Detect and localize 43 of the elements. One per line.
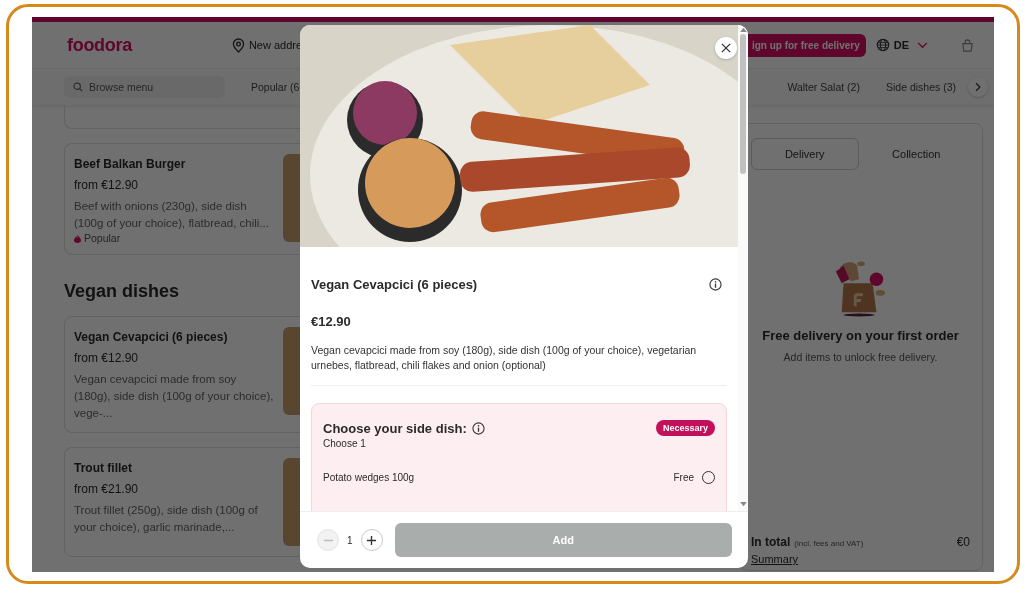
search-icon xyxy=(73,82,83,92)
location-pin-icon xyxy=(231,37,245,53)
total-label: In total xyxy=(751,535,791,549)
info-icon[interactable] xyxy=(471,421,485,435)
promo-title: Free delivery on your first order xyxy=(762,328,959,343)
promo-text: Add items to unlock free delivery. xyxy=(783,351,938,363)
dish-price: €12.90 xyxy=(311,314,352,329)
logo[interactable]: foodora xyxy=(67,34,132,56)
item-description: Trout fillet (250g), side dish (100g of your choice), garlic marinade,... xyxy=(74,503,259,535)
close-icon xyxy=(721,43,731,53)
item-description: Beef with onions (230g), side dish (100g of your choice), flatbread, chili... xyxy=(74,199,270,231)
item-price: from €12.90 xyxy=(74,351,140,365)
quantity-value: 1 xyxy=(347,534,353,546)
total-note: (incl. fees and VAT) xyxy=(794,539,864,548)
delivery-mode-tab[interactable]: Collection xyxy=(862,138,970,170)
category-tab[interactable]: Popular (6 xyxy=(251,81,300,93)
item-name: Vegan Cevapcici (6 pieces) xyxy=(74,330,229,344)
category-tab[interactable]: Side dishes (3) xyxy=(885,81,956,93)
chevron-right-icon xyxy=(975,82,981,92)
flame-icon xyxy=(74,233,81,243)
category-tab[interactable]: Walter Salat (2) xyxy=(787,81,860,93)
required-badge: Necessary xyxy=(655,420,715,436)
item-price: from €21.90 xyxy=(74,482,140,496)
dish-title: Vegan Cevapcici (6 pieces) xyxy=(311,277,478,292)
delivery-mode-tab[interactable]: Delivery xyxy=(751,138,859,170)
plus-icon xyxy=(366,534,378,546)
total-amount: €0 xyxy=(956,535,970,549)
option-hint: Choose 1 xyxy=(323,438,367,449)
summary-link[interactable]: Summary xyxy=(751,552,799,566)
language-selector[interactable]: DE xyxy=(893,39,909,51)
popular-tag: Popular xyxy=(84,232,121,244)
scroll-down-icon[interactable] xyxy=(739,502,747,507)
globe-icon xyxy=(875,38,890,52)
search-field[interactable]: Browse menu xyxy=(64,76,225,98)
item-name: Trout fillet xyxy=(74,461,133,475)
chevron-down-icon xyxy=(917,41,928,49)
item-price: from €12.90 xyxy=(74,178,140,192)
item-description: Vegan cevapcici made from soy (180g), side dish (100g of your choice), vege-... xyxy=(74,372,275,421)
option-price: Free xyxy=(673,472,694,483)
increase-button[interactable] xyxy=(360,529,383,551)
info-icon[interactable] xyxy=(709,278,722,291)
section-heading: Vegan dishes xyxy=(64,281,180,302)
item-name: Beef Balkan Burger xyxy=(74,157,187,171)
